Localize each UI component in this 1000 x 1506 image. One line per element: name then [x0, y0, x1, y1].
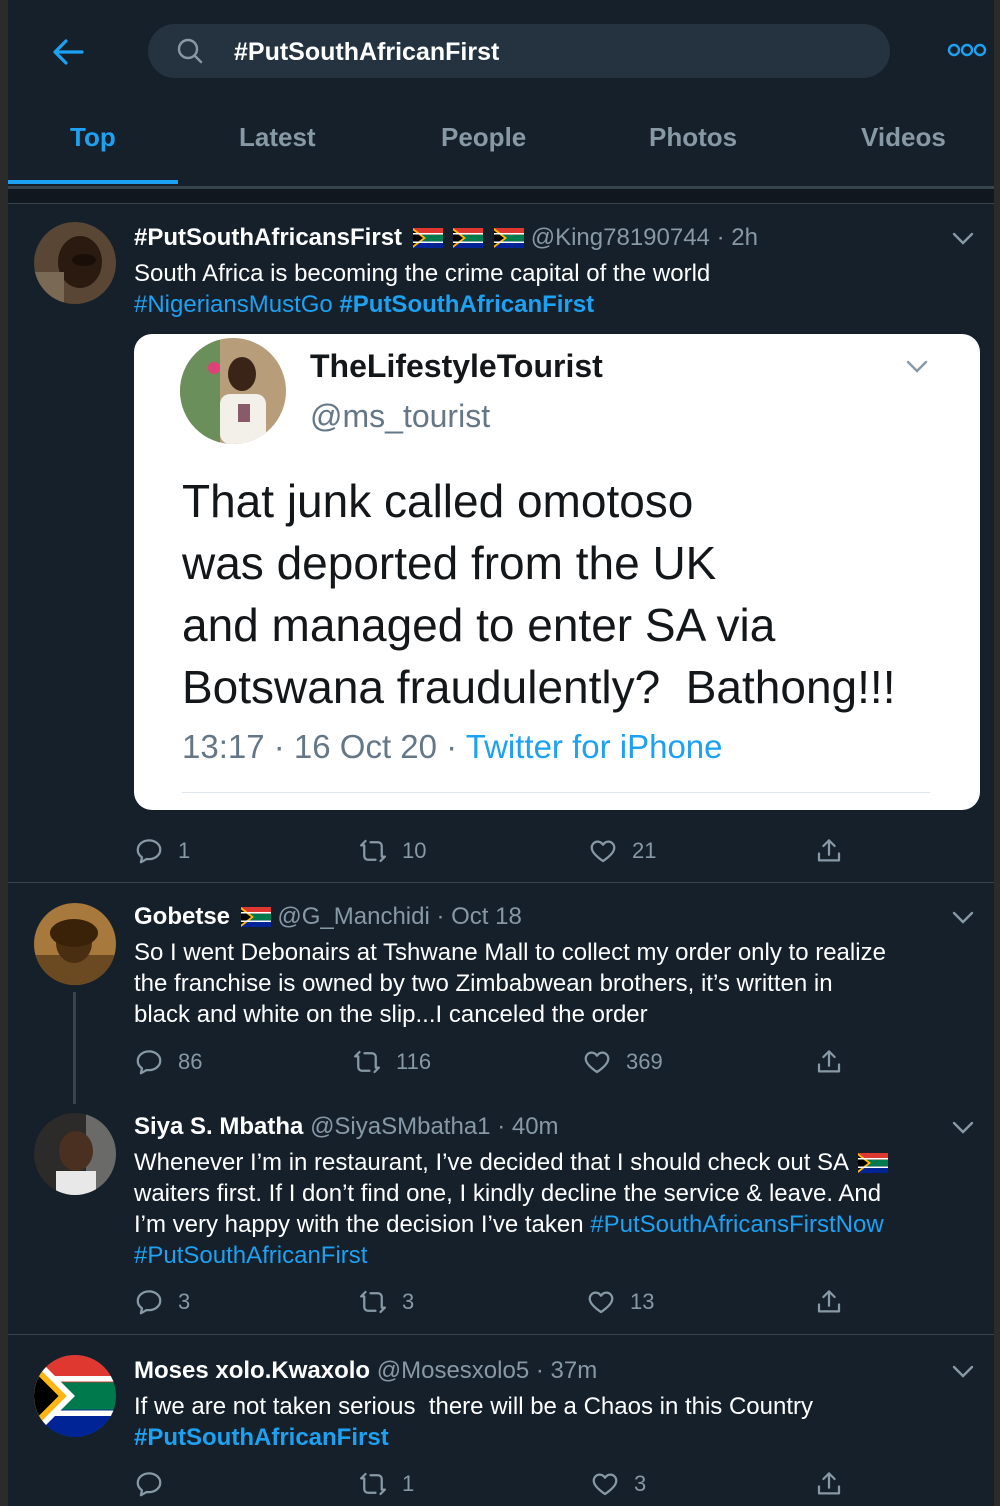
- window-frame: [0, 0, 1000, 1506]
